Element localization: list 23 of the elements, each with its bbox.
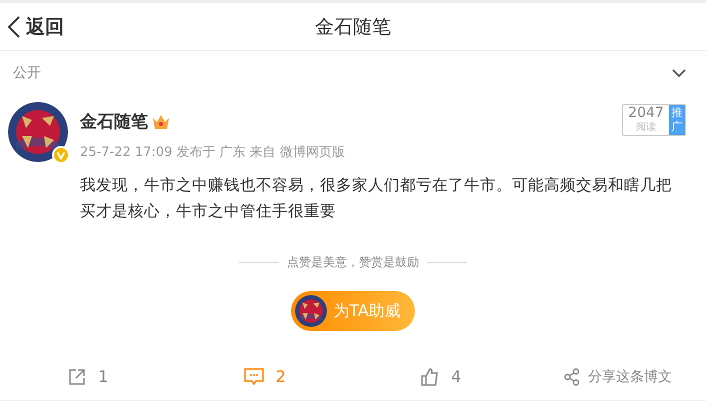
read-label: 阅读	[636, 122, 656, 134]
like-action[interactable]: 4	[353, 361, 530, 392]
verified-badge-icon	[52, 146, 70, 164]
thumbs-up-icon	[421, 368, 440, 386]
comment-action[interactable]: 2	[176, 361, 353, 392]
post-meta: 25-7-22 17:09 发布于 广东 来自 微博网页版	[80, 144, 346, 161]
page-title: 金石随笔	[315, 16, 391, 38]
read-count: 2047	[628, 105, 664, 122]
promote-button[interactable]: 推广	[669, 105, 685, 135]
chevron-left-icon	[8, 16, 20, 38]
back-button[interactable]: 返回	[8, 14, 64, 40]
chevron-down-icon[interactable]	[672, 69, 686, 77]
repost-action[interactable]: 1	[0, 361, 176, 392]
share-icon	[564, 368, 580, 386]
crown-icon	[152, 114, 170, 130]
reward-note: 点赞是美意，赞赏是鼓励	[287, 254, 419, 271]
share-action[interactable]: 分享这条博文	[530, 361, 706, 392]
cheer-button[interactable]: 为TA助威	[291, 291, 415, 331]
post-text: 我发现，牛市之中赚钱也不容易，很多家人们都亏在了牛市。可能高频交易和瞎几把买才是核心，牛市之中管住手很重要	[80, 175, 673, 222]
author-name[interactable]: 金石随笔	[80, 110, 148, 133]
share-out-icon	[68, 368, 86, 386]
comment-icon	[244, 368, 264, 386]
visibility-label: 公开	[13, 64, 41, 82]
